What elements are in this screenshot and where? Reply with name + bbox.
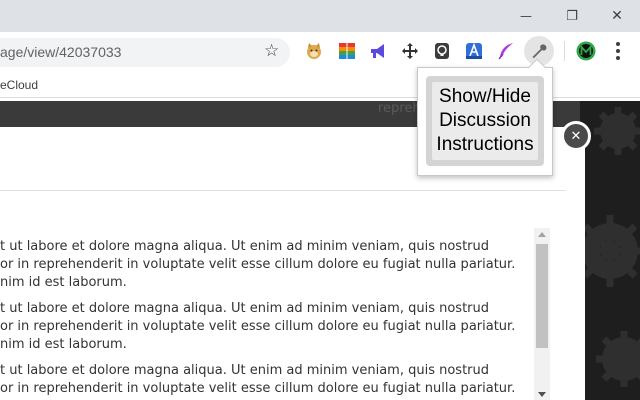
text-line: t ut labore et dolore magna aliqua. Ut e… <box>0 301 489 316</box>
modal-divider <box>0 190 566 191</box>
modal-text-content: t ut labore et dolore magna aliqua. Ut e… <box>0 238 528 400</box>
paragraph: t ut labore et dolore magna aliqua. Ut e… <box>0 300 528 354</box>
scroll-up-icon[interactable] <box>538 232 546 237</box>
megaphone-extension-icon[interactable] <box>369 42 387 60</box>
scroll-down-icon[interactable] <box>538 392 546 397</box>
text-line: or in reprehenderit in voluptate velit e… <box>0 319 516 334</box>
toolbar-separator <box>564 41 565 61</box>
restore-icon: ❐ <box>566 8 578 24</box>
minimize-icon: — <box>520 9 532 23</box>
feather-extension-icon[interactable] <box>497 42 515 60</box>
paragraph: t ut labore et dolore magna aliqua. Ut e… <box>0 238 528 292</box>
minimize-button[interactable]: — <box>503 0 549 32</box>
doge-extension-icon[interactable] <box>305 42 323 60</box>
close-window-button[interactable]: ✕ <box>594 0 640 32</box>
modal-close-button[interactable]: ✕ <box>561 121 591 151</box>
maximize-button[interactable]: ❐ <box>549 0 595 32</box>
rainbow-grid-extension-icon[interactable] <box>338 42 356 60</box>
text-line: nim id est laborum. <box>0 337 127 352</box>
bookmark-star-icon[interactable]: ☆ <box>264 41 279 61</box>
gear-pattern-background <box>580 101 640 400</box>
gear-icon <box>580 107 640 387</box>
paragraph: t ut labore et dolore magna aliqua. Ut e… <box>0 362 528 398</box>
menu-dots-icon[interactable] <box>614 41 622 61</box>
text-line: t ut labore et dolore magna aliqua. Ut e… <box>0 363 489 378</box>
background-page-text: repreh velit es <box>378 101 418 116</box>
wrench-extension-icon[interactable] <box>530 42 548 60</box>
lightbulb-extension-icon[interactable] <box>433 42 451 60</box>
text-line: t ut labore et dolore magna aliqua. Ut e… <box>0 239 489 254</box>
move-arrows-extension-icon[interactable] <box>401 42 419 60</box>
text-line: or in reprehenderit in voluptate velit e… <box>0 257 516 272</box>
show-hide-instructions-label: Show/Hide Discussion Instructions <box>436 86 534 155</box>
close-icon: ✕ <box>611 8 623 24</box>
address-bar-url[interactable]: age/view/42037033 <box>0 44 121 60</box>
show-hide-instructions-button[interactable]: Show/Hide Discussion Instructions <box>432 82 538 160</box>
close-icon: ✕ <box>570 128 582 144</box>
popup-button-frame: Show/Hide Discussion Instructions <box>426 76 544 166</box>
text-line: or in reprehenderit in voluptate velit e… <box>0 381 516 396</box>
text-line: nim id est laborum. <box>0 275 127 290</box>
browser-titlebar: — ❐ ✕ <box>0 0 640 32</box>
app-a-extension-icon[interactable] <box>465 42 483 60</box>
bookmark-item[interactable]: eCloud <box>0 78 38 92</box>
extension-popup: Show/Hide Discussion Instructions <box>417 67 553 176</box>
m-avatar-extension-icon[interactable] <box>576 41 596 61</box>
modal-scrollbar[interactable] <box>534 228 550 400</box>
scrollbar-thumb[interactable] <box>536 244 548 348</box>
